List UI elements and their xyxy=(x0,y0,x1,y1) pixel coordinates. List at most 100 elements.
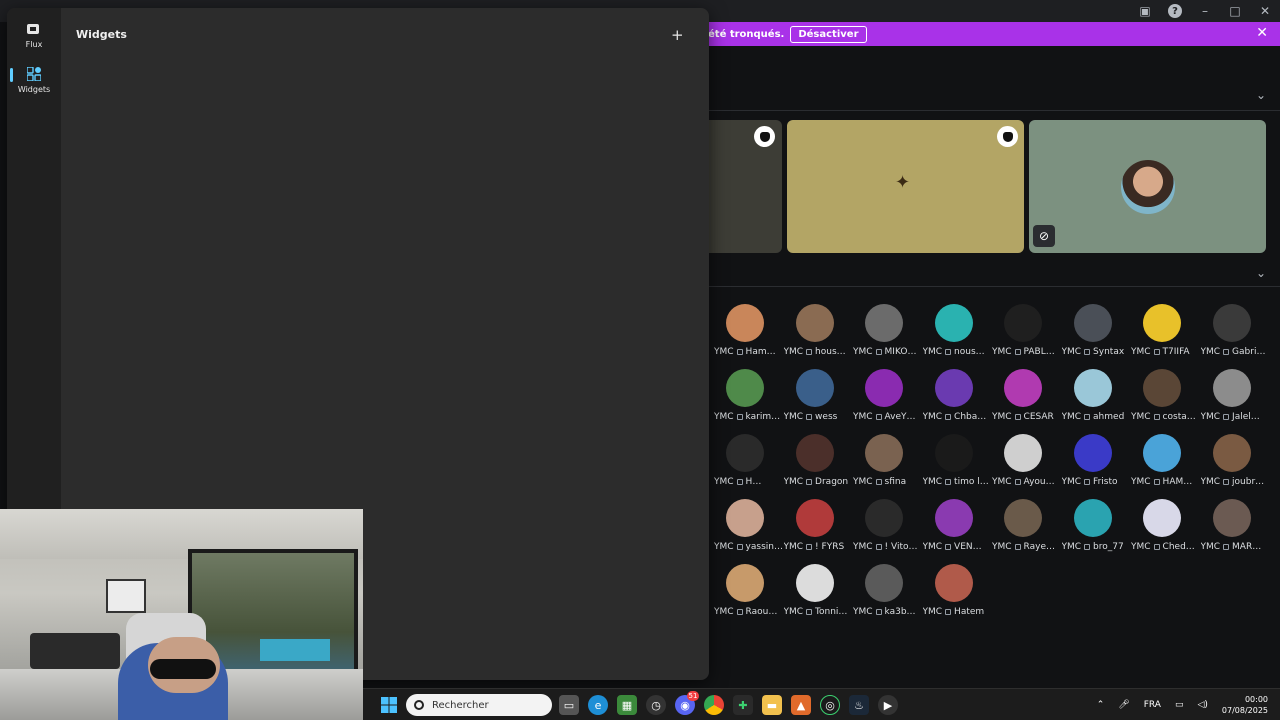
member-label: YMC yassin… xyxy=(714,542,782,552)
widgets-icon xyxy=(27,67,41,81)
avatar xyxy=(865,369,903,407)
member-item[interactable]: YMC Ayou… xyxy=(992,429,1060,489)
member-item[interactable]: YMC AveY… xyxy=(853,364,921,424)
app-icon[interactable]: ▲ xyxy=(791,695,811,715)
member-item[interactable]: YMC VEN… xyxy=(923,494,991,554)
member-tag: YMC xyxy=(853,477,873,487)
member-item[interactable]: YMC joubr… xyxy=(1201,429,1269,489)
member-item[interactable]: YMC bro_77 xyxy=(1062,494,1130,554)
member-item[interactable]: YMC Gabri… xyxy=(1201,299,1269,359)
member-item[interactable]: YMC Raou… xyxy=(714,559,782,619)
banner-close-icon[interactable]: ✕ xyxy=(1256,25,1268,41)
file-explorer-icon[interactable]: ▬ xyxy=(762,695,782,715)
member-item[interactable]: YMC MIKO… xyxy=(853,299,921,359)
member-item[interactable]: YMC karim… xyxy=(714,364,782,424)
tag-icon xyxy=(1084,413,1091,420)
video-off-icon: ⊘ xyxy=(1033,225,1055,247)
member-tag: YMC xyxy=(714,542,734,552)
help-icon[interactable]: ? xyxy=(1160,0,1190,22)
tag-icon xyxy=(945,478,952,485)
member-item[interactable]: YMC CESAR xyxy=(992,364,1060,424)
member-tag: YMC xyxy=(922,477,943,487)
task-view-icon[interactable]: ▭ xyxy=(559,695,579,715)
member-item[interactable]: YMC hous… xyxy=(784,299,852,359)
avatar xyxy=(934,434,973,472)
rail-item-flux[interactable]: Flux xyxy=(7,18,61,60)
member-item[interactable]: YMC timo l… xyxy=(923,429,991,489)
notice-banner: été tronqués. Désactiver ✕ xyxy=(700,22,1280,46)
rail-label: Widgets xyxy=(17,85,51,94)
add-widget-icon[interactable]: + xyxy=(671,26,684,44)
member-item[interactable]: YMC Ched… xyxy=(1131,494,1199,554)
member-item[interactable]: YMC ka3b… xyxy=(853,559,921,619)
member-item[interactable]: YMC HAM… xyxy=(1131,429,1199,489)
member-item[interactable]: YMC costa… xyxy=(1131,364,1199,424)
tag-icon xyxy=(806,348,813,355)
member-item[interactable]: YMC nous… xyxy=(923,299,991,359)
minimize-icon[interactable]: – xyxy=(1190,0,1220,22)
member-item[interactable]: YMC Tonni… xyxy=(784,559,852,619)
steam-icon[interactable]: ♨ xyxy=(849,695,869,715)
inbox-icon[interactable]: ▣ xyxy=(1130,0,1160,22)
app-icon[interactable]: ✚ xyxy=(733,695,753,715)
search-box[interactable]: Rechercher xyxy=(406,694,552,716)
member-item[interactable]: YMC Fristo xyxy=(1062,429,1130,489)
rail-item-widgets[interactable]: Widgets xyxy=(7,63,61,105)
app-icon[interactable]: ◎ xyxy=(820,695,840,715)
member-name: Raou… xyxy=(745,607,778,617)
microphone-icon[interactable]: 🎤︎ xyxy=(1118,700,1129,710)
discord-icon[interactable]: ◉ 51 xyxy=(675,691,699,715)
member-name: ! Vito… xyxy=(884,542,918,552)
system-tray: ⌃ 🎤︎ FRA ▭ ◁) 00:00 07/08/2025 xyxy=(1097,689,1280,720)
member-item[interactable]: YMC Hatem xyxy=(923,559,991,619)
member-label: YMC hous… xyxy=(784,347,852,357)
member-item[interactable]: YMC Dragon xyxy=(784,429,852,489)
member-item[interactable]: YMC Jalel… xyxy=(1201,364,1269,424)
stream-tile[interactable]: ✦ xyxy=(787,120,1024,253)
member-item[interactable]: YMC T7IIFA xyxy=(1131,299,1199,359)
chevron-down-icon[interactable]: ⌄ xyxy=(1256,88,1266,102)
member-item[interactable]: YMC wess xyxy=(784,364,852,424)
close-window-icon[interactable]: ✕ xyxy=(1250,0,1280,22)
store-icon[interactable]: ▦ xyxy=(617,695,637,715)
member-tag: YMC xyxy=(853,412,873,422)
tag-icon xyxy=(806,608,813,615)
member-item[interactable]: YMC sfina xyxy=(853,429,921,489)
member-label: YMC Syntax xyxy=(1062,347,1130,357)
member-item[interactable]: YMC MAR… xyxy=(1201,494,1269,554)
start-button[interactable] xyxy=(379,695,399,715)
media-icon[interactable]: ▶ xyxy=(878,695,898,715)
webcam-painting xyxy=(106,579,146,613)
member-item[interactable]: YMC H… xyxy=(714,429,782,489)
disable-button[interactable]: Désactiver xyxy=(790,25,867,43)
participant-tile[interactable]: ⊘ xyxy=(1029,120,1266,253)
chrome-icon[interactable] xyxy=(704,695,724,715)
network-icon[interactable]: ▭ xyxy=(1175,700,1184,710)
member-item[interactable]: YMC Syntax xyxy=(1062,299,1130,359)
member-item[interactable]: YMC ! Vito… xyxy=(853,494,921,554)
member-item[interactable]: YMC PABL… xyxy=(992,299,1060,359)
member-item[interactable]: YMC Raye… xyxy=(992,494,1060,554)
stream-tile[interactable] xyxy=(700,120,782,253)
member-name: Tonni… xyxy=(815,607,848,617)
member-name: nous… xyxy=(954,347,985,357)
windows-icon xyxy=(381,697,397,713)
clock[interactable]: 00:00 07/08/2025 xyxy=(1222,694,1268,716)
member-item[interactable]: YMC ahmed xyxy=(1062,364,1130,424)
member-item[interactable]: YMC Ham… xyxy=(714,299,782,359)
member-item[interactable]: YMC yassin… xyxy=(714,494,782,554)
language-indicator[interactable]: FRA xyxy=(1144,700,1161,710)
avatar xyxy=(795,369,834,407)
member-tag: YMC xyxy=(1200,542,1221,552)
chevron-up-icon[interactable]: ⌃ xyxy=(1097,700,1105,710)
member-label: YMC nous… xyxy=(923,347,991,357)
tag-icon xyxy=(1084,478,1091,485)
maximize-icon[interactable]: □ xyxy=(1220,0,1250,22)
app-icon[interactable]: ◷ xyxy=(646,695,666,715)
volume-icon[interactable]: ◁) xyxy=(1197,700,1207,710)
member-item[interactable]: YMC Chba… xyxy=(923,364,991,424)
member-item[interactable]: YMC ! FYRS xyxy=(784,494,852,554)
edge-icon[interactable]: e xyxy=(588,695,608,715)
chevron-down-icon[interactable]: ⌄ xyxy=(1256,266,1266,280)
avatar xyxy=(726,434,764,472)
